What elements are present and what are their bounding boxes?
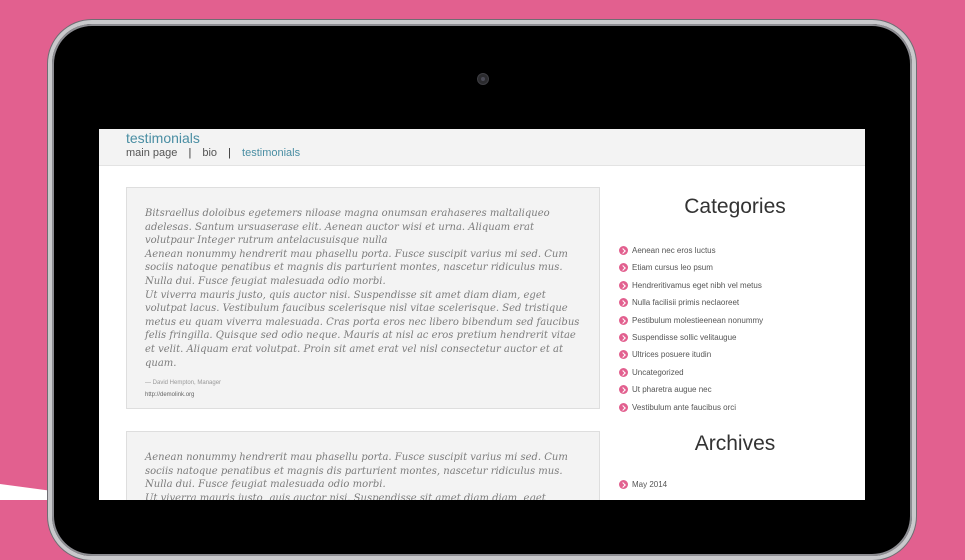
archive-item[interactable]: May 2014 <box>619 476 859 493</box>
category-label: Pestibulum molestieenean nonummy <box>632 315 764 325</box>
arrow-right-icon <box>619 479 628 489</box>
category-label: Hendreritivamus eget nibh vel metus <box>632 280 762 290</box>
category-item[interactable]: Ut pharetra augue nec <box>619 381 859 398</box>
archive-label: May 2014 <box>632 479 668 489</box>
nav-separator: | <box>228 147 231 159</box>
archives-list: May 2014 <box>619 476 859 493</box>
arrow-right-icon <box>619 332 628 342</box>
site-title: testimonials <box>126 130 200 146</box>
category-item[interactable]: Pestibulum molestieenean nonummy <box>619 312 859 329</box>
category-label: Aenean nec eros luctus <box>632 246 716 255</box>
category-item[interactable]: Uncategorized <box>619 364 859 381</box>
arrow-right-icon <box>619 315 628 325</box>
arrow-right-icon <box>619 280 628 290</box>
category-item[interactable]: Hendreritivamus eget nibh vel metus <box>619 277 859 294</box>
arrow-right-icon <box>619 402 628 412</box>
nav-separator: | <box>188 147 192 159</box>
testimonial-author: — David Hempton, Manager <box>145 380 222 387</box>
testimonial-text: Aenean nonummy hendrerit mau phasellu po… <box>145 452 568 500</box>
category-item[interactable]: Nulla facilisii primis neclaoreet <box>619 294 859 311</box>
site-header: testimonials main page | bio | testimoni… <box>99 129 865 166</box>
category-label: Ut pharetra augue nec <box>632 385 712 395</box>
category-item[interactable]: Ultrices posuere itudin <box>619 346 859 363</box>
camera-icon <box>477 73 489 85</box>
category-label: Etiam cursus leo psum <box>632 263 713 273</box>
category-label: Vestibulum ante faucibus orci <box>632 402 737 412</box>
category-item[interactable]: Vestibulum ante faucibus orci <box>619 399 859 416</box>
arrow-right-icon <box>619 350 628 360</box>
category-label: Uncategorized <box>632 367 684 377</box>
nav-bio[interactable]: bio <box>202 147 217 159</box>
testimonial-text: Bitsraellus doloibus egetemers niloase m… <box>145 208 580 369</box>
arrow-right-icon <box>619 263 628 273</box>
category-label: Suspendisse sollic velitaugue <box>632 332 737 342</box>
arrow-right-icon <box>619 367 628 377</box>
nav-testimonials[interactable]: testimonials <box>242 147 300 159</box>
sidebar: Categories Aenean nec eros luctus Etiam … <box>619 187 859 493</box>
breadcrumb: main page | bio | testimonials <box>126 147 300 159</box>
arrow-right-icon <box>619 246 628 255</box>
tablet-screen: testimonials main page | bio | testimoni… <box>99 129 865 500</box>
archives-title: Archives <box>694 431 776 455</box>
categories-title: Categories <box>684 195 786 218</box>
testimonial-card: Bitsraellus doloibus egetemers niloase m… <box>126 187 600 409</box>
category-item[interactable]: Suspendisse sollic velitaugue <box>619 329 859 346</box>
testimonial-link[interactable]: http://demolink.org <box>145 392 581 398</box>
nav-main-page[interactable]: main page <box>126 147 177 159</box>
arrow-right-icon <box>619 298 628 308</box>
categories-list: Aenean nec eros luctus Etiam cursus leo … <box>619 242 859 416</box>
category-item[interactable]: Etiam cursus leo psum <box>619 259 859 276</box>
category-item[interactable]: Aenean nec eros luctus <box>619 242 859 259</box>
category-label: Nulla facilisii primis neclaoreet <box>632 298 740 308</box>
arrow-right-icon <box>619 385 628 395</box>
testimonial-card: Aenean nonummy hendrerit mau phasellu po… <box>126 431 600 500</box>
category-label: Ultrices posuere itudin <box>632 350 712 360</box>
